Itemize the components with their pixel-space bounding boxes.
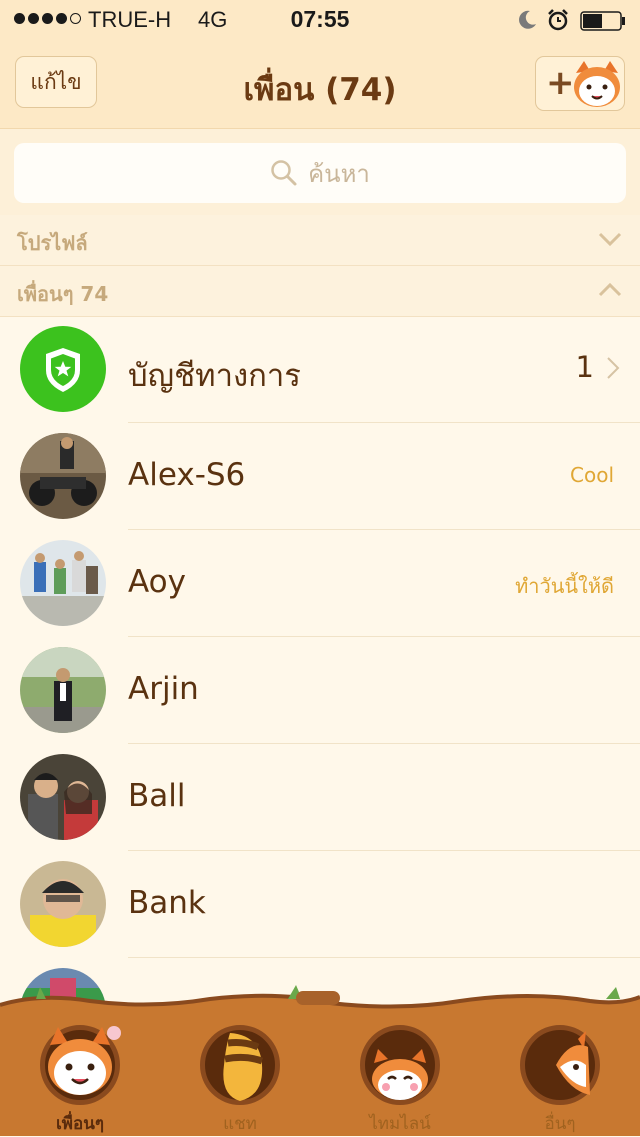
alarm-icon: [548, 9, 568, 31]
section-friends[interactable]: เพื่อนๆ 74: [0, 266, 640, 317]
raccoon-friends-icon: [48, 1026, 121, 1095]
friend-status-message: ทำวันนี้ให้ดี: [515, 574, 614, 598]
raccoon-tail-icon: [223, 1033, 264, 1101]
profile-photo-couple: [20, 754, 106, 840]
friend-name: Bank: [128, 885, 206, 921]
tab-timeline[interactable]: ไทมไลน์: [350, 1015, 450, 1134]
friend-row[interactable]: Ball: [0, 744, 640, 851]
do-not-disturb-icon: [519, 10, 536, 29]
search-area: ค้นหา: [0, 129, 640, 215]
search-icon: [271, 160, 297, 186]
friend-name: Ball: [128, 778, 186, 814]
status-bar: TRUE-H 4G 07:55: [0, 0, 640, 40]
tab-friends-label: เพื่อนๆ: [56, 1114, 104, 1134]
navigation-bar: แก้ไข เพื่อน (74) +: [0, 40, 640, 129]
avatar: [20, 754, 106, 840]
tab-timeline-label: ไทมไลน์: [369, 1114, 431, 1134]
tab-friends[interactable]: เพื่อนๆ: [30, 1015, 130, 1134]
tab-bar: เพื่อนๆ แชท ไทมไลน์ อื่นๆ: [0, 985, 640, 1136]
shield-star-icon: [46, 348, 80, 392]
profile-photo-selfie: [20, 861, 106, 947]
profile-photo-outdoor: [20, 647, 106, 733]
profile-photo-group: [20, 540, 106, 626]
friend-row[interactable]: Arjin: [0, 637, 640, 744]
profile-photo-motorbike: [20, 433, 106, 519]
raccoon-side-icon: [556, 1031, 590, 1095]
avatar: [20, 861, 106, 947]
friend-row[interactable]: Aoy ทำวันนี้ให้ดี: [0, 530, 640, 637]
chevron-down-icon: [598, 232, 622, 247]
avatar: [20, 647, 106, 733]
avatar: [20, 540, 106, 626]
tab-more[interactable]: อื่นๆ: [510, 1015, 610, 1134]
official-account-count: 1: [575, 350, 594, 384]
friend-row[interactable]: Bank: [0, 851, 640, 958]
section-profile-label: โปรไฟล์: [17, 231, 88, 255]
friend-name: Arjin: [128, 671, 199, 707]
tab-chats-label: แชท: [223, 1114, 257, 1134]
add-friend-button[interactable]: +: [535, 56, 625, 111]
friend-status-message: Cool: [570, 463, 614, 487]
section-profile[interactable]: โปรไฟล์: [0, 215, 640, 266]
search-input[interactable]: ค้นหา: [14, 143, 626, 203]
search-placeholder: ค้นหา: [308, 159, 370, 188]
official-accounts-row[interactable]: บัญชีทางการ 1: [0, 316, 640, 423]
clock: 07:55: [290, 6, 350, 32]
section-friends-label: เพื่อนๆ 74: [17, 282, 109, 306]
tab-chats[interactable]: แชท: [190, 1015, 290, 1134]
friend-name: Aoy: [128, 564, 186, 600]
friend-name: Alex-S6: [128, 457, 246, 493]
avatar: [20, 433, 106, 519]
raccoon-peek-icon: [372, 1049, 428, 1100]
battery-icon: [580, 11, 625, 31]
chevron-right-icon: [607, 357, 620, 379]
chevron-up-icon: [598, 282, 622, 297]
official-account-label: บัญชีทางการ: [128, 358, 301, 394]
tab-more-label: อื่นๆ: [544, 1114, 576, 1134]
friend-row[interactable]: Alex-S6 Cool: [0, 423, 640, 530]
add-friend-icon: [574, 61, 620, 107]
official-account-avatar: [20, 326, 106, 412]
